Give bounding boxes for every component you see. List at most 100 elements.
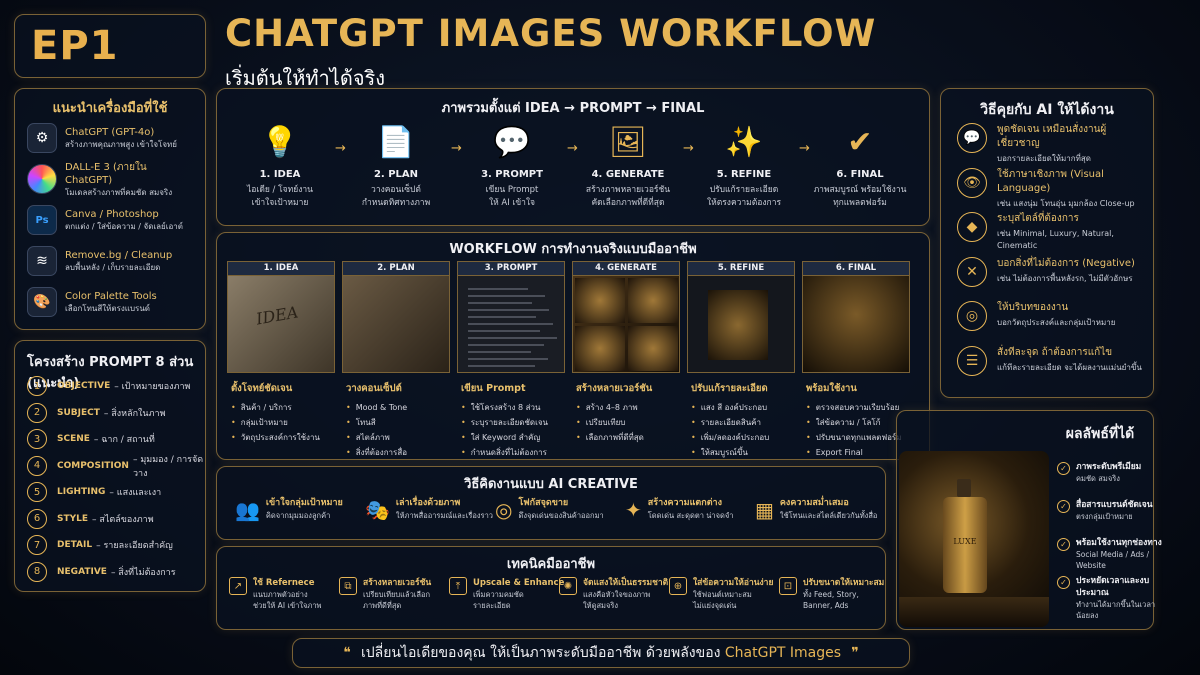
card-title: ตั้งโจทย์ชัดเจน xyxy=(231,383,293,394)
tip-desc: บอกรายละเอียดให้มากที่สุด xyxy=(997,154,1091,163)
card-bullet: Export Final xyxy=(806,445,910,460)
check-icon: ✓ xyxy=(1057,462,1070,475)
document-icon: 📄 xyxy=(377,125,415,160)
tip-title: ให้บริบทของงาน xyxy=(997,302,1069,313)
reference-icon: ↗ xyxy=(229,577,247,595)
item-title: ใส่ข้อความให้อ่านง่าย xyxy=(693,578,774,588)
versions-icon: ⧉ xyxy=(339,577,357,595)
tip-item: ◆ ระบุสไตล์ที่ต้องการ เช่น Minimal, Luxury… xyxy=(957,212,1147,250)
card-bullet: สไตล์ภาพ xyxy=(346,430,450,445)
tip-title: พูดชัดเจน เหมือนสั่งงานผู้เชี่ยวชาญ xyxy=(997,124,1107,149)
card-bullet: กลุ่มเป้าหมาย xyxy=(231,415,335,430)
card-label: 5. REFINE xyxy=(687,261,795,275)
step-desc: สร้างภาพหลายเวอร์ชัน xyxy=(585,185,671,195)
card-bullets: สร้าง 4–8 ภาพเปรียบเทียบเลือกภาพที่ดีที่… xyxy=(576,400,680,445)
results-title: ผลลัพธ์ที่ได้ xyxy=(1065,426,1135,442)
item-desc: ช่วยให้ AI เข้าใจภาพ xyxy=(253,601,322,610)
card-bullet: เปรียบเทียบ xyxy=(576,415,680,430)
card-bullet: เลือกภาพที่ดีที่สุด xyxy=(576,430,680,445)
episode-label: EP1 xyxy=(31,23,119,69)
number-badge: 8 xyxy=(27,561,47,582)
technique-item: ⊕ ใส่ข้อความให้อ่านง่าย ใช้ฟอนต์เหมาะสม ไม่… xyxy=(669,577,773,621)
item-desc: Banner, Ads xyxy=(803,601,849,610)
prompt-part-item: 4 COMPOSITION – มุมมอง / การจัดวาง xyxy=(27,455,205,479)
item-title: ปรับขนาดให้เหมาะสม xyxy=(803,578,885,588)
card-bullet: แสง สี องค์ประกอบ xyxy=(691,400,795,415)
result-desc: คมชัด สมจริง xyxy=(1076,474,1120,483)
prompt-part-item: 7 DETAIL – รายละเอียดสำคัญ xyxy=(27,534,173,556)
card-bullet: โทนสี xyxy=(346,415,450,430)
tool-name: ChatGPT (GPT-4o) xyxy=(65,127,155,138)
tool-item: ⚙ ChatGPT (GPT-4o) สร้างภาพคุณภาพสูง เข้าใ… xyxy=(27,121,195,155)
card-bullet: ใช้โครงสร้าง 8 ส่วน xyxy=(461,400,565,415)
tools-title: แนะนำเครื่องมือที่ใช้ xyxy=(52,101,168,116)
card-bullet: กำหนดสิ่งที่ไม่ต้องการ xyxy=(461,445,565,460)
tip-title: ใช้ภาษาเชิงภาพ (Visual Language) xyxy=(997,168,1104,194)
step-desc: เข้าใจเป้าหมาย xyxy=(251,198,309,208)
quote-open-icon: ❝ xyxy=(343,645,351,661)
upscale-icon: ⤒ xyxy=(449,577,467,595)
card-image-text: IDEA xyxy=(254,302,300,329)
card-bullet: ใส่ Keyword สำคัญ xyxy=(461,430,565,445)
step-desc: ให้ตรงความต้องการ xyxy=(706,198,782,208)
overview-step: 🖼 4. GENERATE สร้างภาพหลายเวอร์ชัน คัดเลือก… xyxy=(573,123,683,210)
chatgpt-icon: ⚙ xyxy=(27,123,57,153)
card-image xyxy=(572,275,680,373)
tool-item: DALL-E 3 (ภายใน ChatGPT) โมเดลสร้างภาพที่… xyxy=(27,162,195,197)
item-desc: เปรียบเทียบแล้วเลือก xyxy=(363,590,431,599)
result-desc: Social Media / Ads / Website xyxy=(1076,550,1150,570)
card-bullet: รายละเอียดสินค้า xyxy=(691,415,795,430)
tool-name: Canva / Photoshop xyxy=(65,209,159,220)
card-label: 3. PROMPT xyxy=(457,261,565,275)
card-label: 2. PLAN xyxy=(342,261,450,275)
step-desc: ไอเดีย / โจทย์งาน xyxy=(247,185,313,195)
prompt-part-desc: – สไตล์ของภาพ xyxy=(92,514,154,525)
overview-step: ✨ 5. REFINE ปรับแก้รายละเอียด ให้ตรงความต้อ… xyxy=(689,123,799,210)
result-item: ✓ สื่อสารแบรนด์ชัดเจน ตรงกลุ่มเป้าหมาย xyxy=(1057,499,1167,522)
item-desc: ไม่แย่งจุดเด่น xyxy=(693,601,737,610)
item-desc: แนบภาพตัวอย่าง xyxy=(253,590,308,599)
text-line xyxy=(468,309,549,311)
speech-icon: 💬 xyxy=(957,123,987,153)
tool-desc: ลบพื้นหลัง / เก็บรายละเอียด xyxy=(65,263,161,272)
chat-icon: 💬 xyxy=(493,125,531,160)
audience-icon: 👥 xyxy=(235,498,260,522)
tip-title: ระบุสไตล์ที่ต้องการ xyxy=(997,213,1079,224)
lightbulb-icon: 💡 xyxy=(261,125,299,160)
editor-canvas xyxy=(708,290,768,360)
text-line xyxy=(468,365,535,367)
step-desc: เขียน Prompt xyxy=(485,185,539,195)
card-title: สร้างหลายเวอร์ชัน xyxy=(576,383,653,394)
result-desc: ทำงานได้มากขึ้นในเวลาน้อยลง xyxy=(1076,600,1156,620)
variant-thumb xyxy=(628,326,678,371)
overview-step: 💬 3. PROMPT เขียน Prompt ให้ AI เข้าใจ xyxy=(457,123,567,210)
overview-title: ภาพรวมตั้งแต่ IDEA → PROMPT → FINAL xyxy=(441,101,705,116)
photoshop-canva-icon: Ps xyxy=(27,205,57,235)
technique-item: ✺ จัดแสงให้เป็นธรรมชาติ แสงคือหัวใจของภาพใ… xyxy=(559,577,668,621)
prompt-part-item: 6 STYLE – สไตล์ของภาพ xyxy=(27,508,154,530)
tool-desc: สร้างภาพคุณภาพสูง เข้าใจโจทย์ xyxy=(65,140,177,149)
prompt-part-key: COMPOSITION xyxy=(57,460,129,471)
tip-item: ◎ ให้บริบทของงาน บอกวัตถุประสงค์และกลุ่มเป… xyxy=(957,301,1147,337)
prompt-part-key: DETAIL xyxy=(57,540,93,550)
item-desc: ใช้ฟอนต์เหมาะสม xyxy=(693,590,752,599)
workflow-card: 5. REFINE ปรับแก้รายละเอียดแสง สี องค์ประ… xyxy=(687,261,795,457)
card-label: 6. FINAL xyxy=(802,261,910,275)
palette-icon: 🎨 xyxy=(27,287,57,317)
negative-icon: ✕ xyxy=(957,256,987,287)
step-desc: ให้ AI เข้าใจ xyxy=(488,198,536,208)
card-image: IDEA xyxy=(227,275,335,373)
tip-desc: บอกวัตถุประสงค์และกลุ่มเป้าหมาย xyxy=(997,318,1116,327)
overview-step: 📄 2. PLAN วางคอนเซ็ปต์ กำหนดทิศทางภาพ xyxy=(341,123,451,210)
tip-title: บอกสิ่งที่ไม่ต้องการ (Negative) xyxy=(997,257,1135,269)
step-title: 3. PROMPT xyxy=(481,169,543,180)
prompt-part-desc: – สิ่งหลักในภาพ xyxy=(103,408,166,419)
card-title: พร้อมใช้งาน xyxy=(806,383,857,394)
tip-desc: เช่น Minimal, Luxury, Natural, Cinematic xyxy=(997,229,1114,250)
step-desc: คัดเลือกภาพที่ดีที่สุด xyxy=(591,198,665,208)
card-label: 4. GENERATE xyxy=(572,261,680,275)
card-bullet: ตรวจสอบความเรียบร้อย xyxy=(806,400,910,415)
check-icon: ✓ xyxy=(1057,500,1070,513)
item-desc: แสงคือหัวใจของภาพ xyxy=(583,590,651,599)
tip-desc: แก้ทีละรายละเอียด จะได้ผลงานแม่นยำขึ้น xyxy=(997,362,1142,372)
